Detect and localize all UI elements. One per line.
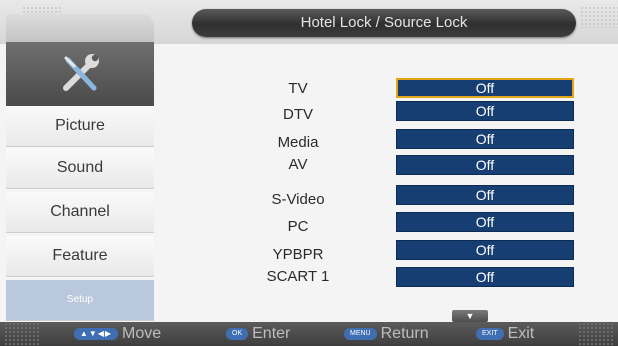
- scroll-down-icon[interactable]: ▼: [452, 310, 488, 322]
- source-lock-value[interactable]: Off: [396, 101, 574, 121]
- tools-icon-panel: [6, 42, 154, 106]
- sidebar-item-setup[interactable]: Setup: [6, 280, 154, 321]
- source-lock-value[interactable]: Off: [396, 267, 574, 287]
- list-item[interactable]: S-Video Off: [156, 184, 612, 210]
- list-item[interactable]: AV Off: [156, 152, 612, 178]
- hint-return-label: Return: [380, 325, 429, 342]
- sidebar-item-feature[interactable]: Feature: [6, 236, 154, 277]
- hint-move-label: Move: [122, 325, 162, 342]
- ok-key-icon: OK: [226, 327, 249, 340]
- list-item[interactable]: PC Off: [156, 210, 612, 236]
- hint-enter: OK Enter: [226, 322, 290, 346]
- source-lock-value[interactable]: Off: [396, 78, 574, 98]
- osd-frame: Hotel Lock / Source Lock Picture Sound C…: [0, 0, 618, 346]
- source-lock-value[interactable]: Off: [396, 240, 574, 260]
- source-label: DTV: [283, 106, 313, 123]
- source-label: YPBPR: [272, 246, 324, 263]
- hint-move: ▲▼◀▶ Move: [74, 322, 161, 346]
- source-lock-value[interactable]: Off: [396, 155, 574, 175]
- tools-icon: [63, 54, 99, 91]
- menu-key-icon: MENU: [344, 327, 377, 340]
- source-label: SCART 1: [266, 268, 330, 285]
- source-label: S-Video: [271, 191, 325, 208]
- sidebar-item-sound[interactable]: Sound: [6, 148, 154, 189]
- list-item[interactable]: YPBPR Off: [156, 238, 612, 264]
- arrow-keys-icon: ▲▼◀▶: [74, 327, 118, 340]
- decor-pattern: [4, 322, 40, 346]
- source-lock-list: TV Off DTV Off Media Off AV Off S-Video …: [156, 44, 612, 322]
- menu-tab: [6, 14, 154, 42]
- source-lock-value[interactable]: Off: [396, 212, 574, 232]
- source-label: AV: [288, 156, 308, 173]
- sidebar: Picture Sound Channel Feature Setup: [6, 42, 154, 321]
- hint-enter-label: Enter: [252, 325, 291, 342]
- list-item[interactable]: TV Off: [156, 76, 612, 102]
- top-bar: Hotel Lock / Source Lock: [0, 0, 618, 44]
- list-item[interactable]: SCART 1 Off: [156, 264, 612, 290]
- sidebar-item-picture[interactable]: Picture: [6, 106, 154, 147]
- exit-key-icon: EXIT: [476, 327, 504, 340]
- list-item[interactable]: DTV Off: [156, 100, 612, 126]
- sidebar-item-channel[interactable]: Channel: [6, 192, 154, 233]
- decor-pattern: [580, 6, 618, 28]
- source-label: Media: [277, 134, 319, 151]
- source-lock-value[interactable]: Off: [396, 185, 574, 205]
- list-item[interactable]: Media Off: [156, 128, 612, 154]
- hint-return: MENU Return: [344, 322, 429, 346]
- hint-exit: EXIT Exit: [476, 322, 534, 346]
- source-label: TV: [288, 80, 308, 97]
- decor-pattern: [578, 322, 614, 346]
- hint-bar: ▲▼◀▶ Move OK Enter MENU Return EXIT Exit: [0, 322, 618, 346]
- hint-exit-label: Exit: [507, 325, 535, 342]
- source-label: PC: [287, 218, 309, 235]
- page-title: Hotel Lock / Source Lock: [192, 9, 576, 37]
- source-lock-value[interactable]: Off: [396, 129, 574, 149]
